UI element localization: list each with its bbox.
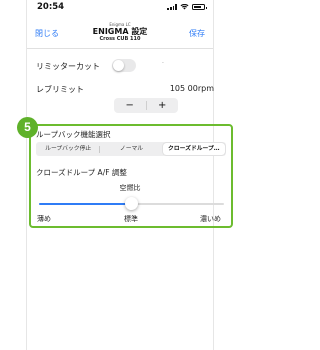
page-subtitle: Cross CUB 110 — [99, 36, 141, 42]
af-slider-thumb[interactable] — [125, 197, 138, 210]
af-rich-label: 濃いめ — [200, 215, 221, 223]
af-standard-label: 標準 — [124, 215, 138, 223]
battery-level — [194, 6, 202, 8]
nav-title-group: Enigma LC ENIGMA 設定 Cross CUB 110 — [27, 22, 213, 42]
status-bar: 20:54 — [27, 0, 213, 16]
decrement-button[interactable]: − — [114, 98, 146, 113]
segment-loopback-stop[interactable]: ループバック停止 — [37, 143, 99, 155]
af-adjust-title: クローズドループ A/F 調整 — [36, 168, 127, 177]
af-slider-fill — [39, 203, 132, 205]
loopback-label: ループバック機能選択 — [36, 130, 111, 139]
increment-button[interactable]: + — [147, 98, 179, 113]
limiter-cut-label: リミッターカット — [36, 62, 100, 71]
segment-normal[interactable]: ノーマル — [100, 143, 162, 155]
rev-limit-label: レブリミット — [36, 85, 84, 94]
battery-icon — [192, 4, 207, 10]
af-ratio-label: 空燃比 — [119, 184, 141, 192]
rev-limit-value: 105 00rpm — [169, 84, 214, 93]
segment-closed-loop[interactable]: クローズドループ… — [162, 143, 225, 155]
limiter-cut-toggle[interactable] — [112, 59, 136, 72]
nav-divider — [27, 48, 213, 49]
loopback-segmented-control: ループバック停止 ノーマル クローズドループ… — [36, 142, 226, 156]
navigation-bar: 閉じる Enigma LC ENIGMA 設定 Cross CUB 110 保存 — [27, 22, 213, 46]
limiter-cut-marker: - — [162, 60, 164, 66]
af-lean-label: 薄め — [37, 215, 51, 223]
save-button[interactable]: 保存 — [189, 28, 205, 39]
cellular-signal-icon — [167, 4, 177, 10]
status-icons — [167, 4, 207, 10]
rev-limit-stepper: − + — [114, 98, 178, 113]
wifi-icon — [180, 4, 189, 10]
status-time: 20:54 — [37, 2, 65, 12]
step-number-badge: 5 — [17, 117, 38, 138]
toggle-knob — [113, 60, 124, 71]
page-title: ENIGMA 設定 — [92, 27, 148, 36]
